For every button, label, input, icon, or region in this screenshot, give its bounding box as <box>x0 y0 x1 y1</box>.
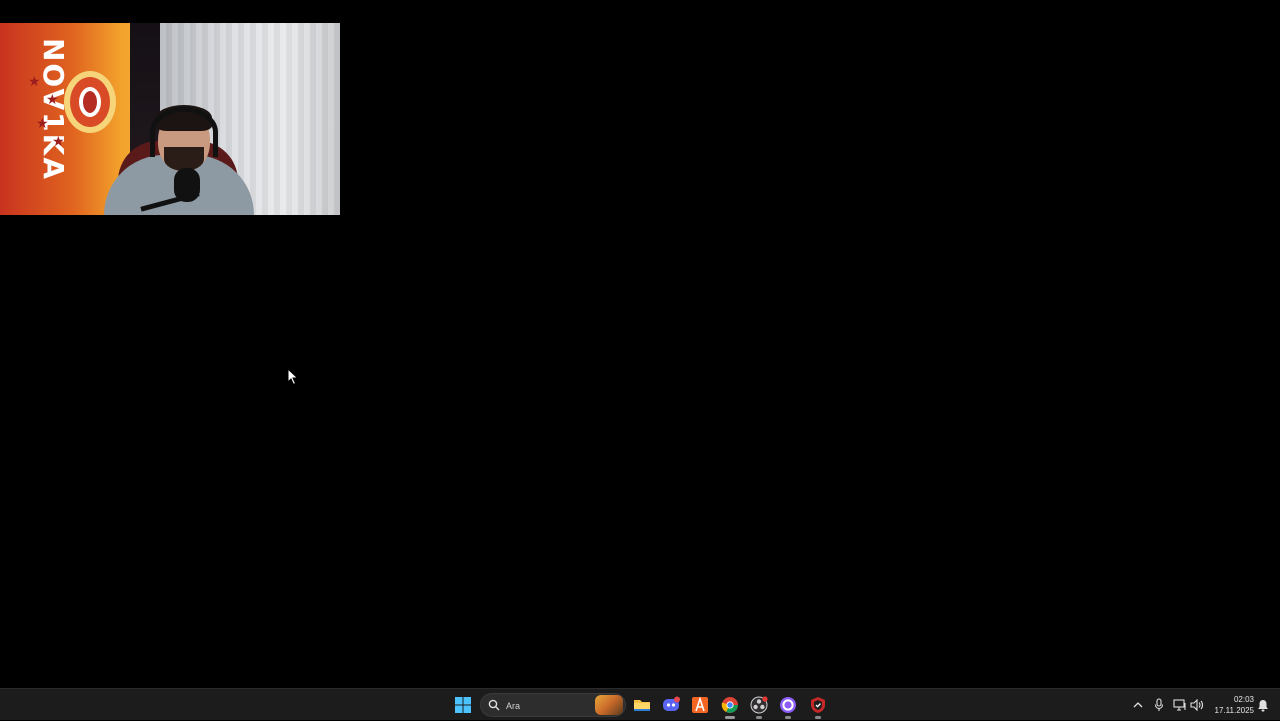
chrome-button[interactable] <box>718 693 742 719</box>
obs-icon <box>750 696 768 714</box>
notification-icon <box>1258 699 1268 711</box>
network-icon <box>1173 699 1186 711</box>
clock-time: 02:03 <box>1233 695 1254 704</box>
running-indicator <box>785 716 791 719</box>
running-indicator <box>725 716 735 719</box>
desktop: NOV1KA ★ ★ ★ ★ <box>0 0 1280 688</box>
show-hidden-icons-button[interactable] <box>1130 689 1146 721</box>
purple-circle-icon <box>780 697 796 713</box>
folder-icon <box>634 700 650 711</box>
discord-button[interactable] <box>659 693 683 717</box>
red-shield-icon <box>811 697 825 713</box>
clock-date: 17.11.2025 <box>1214 706 1254 715</box>
headphones <box>150 107 218 157</box>
start-button[interactable] <box>451 693 475 717</box>
club-crest <box>64 71 116 133</box>
volume-tray-button[interactable] <box>1189 689 1205 721</box>
running-indicator <box>815 716 821 719</box>
orange-a-icon <box>692 696 708 713</box>
running-indicator <box>756 716 762 719</box>
obs-button[interactable] <box>747 693 771 719</box>
star-icon: ★ <box>36 116 49 132</box>
windows-logo-icon <box>455 697 471 713</box>
microphone-icon <box>1154 698 1164 711</box>
mouse-cursor-icon <box>287 368 299 386</box>
search-placeholder: Ara <box>506 701 521 711</box>
notification-center-button[interactable] <box>1256 689 1270 721</box>
app-purple-button[interactable] <box>776 693 800 719</box>
chevron-up-icon <box>1133 702 1143 708</box>
search-highlight-image <box>595 695 623 715</box>
taskbar-search[interactable]: Ara <box>480 693 626 717</box>
discord-icon <box>663 696 680 711</box>
clock[interactable]: 02:03 17.11.2025 <box>1206 694 1254 716</box>
microphone-tray-button[interactable] <box>1151 689 1167 721</box>
search-icon <box>488 699 500 711</box>
chrome-icon <box>721 697 738 713</box>
app-shield-button[interactable] <box>806 693 830 719</box>
network-tray-button[interactable] <box>1172 689 1188 721</box>
star-icon: ★ <box>52 134 65 150</box>
app-a-button[interactable] <box>688 693 712 717</box>
volume-icon <box>1190 699 1204 711</box>
crest-inner <box>79 87 101 117</box>
taskbar: Ara 02:03 17.11.2025 <box>0 688 1280 720</box>
file-explorer-button[interactable] <box>630 693 654 717</box>
star-icon: ★ <box>46 92 59 108</box>
star-icon: ★ <box>28 74 41 90</box>
webcam-feed: NOV1KA ★ ★ ★ ★ <box>0 23 340 215</box>
